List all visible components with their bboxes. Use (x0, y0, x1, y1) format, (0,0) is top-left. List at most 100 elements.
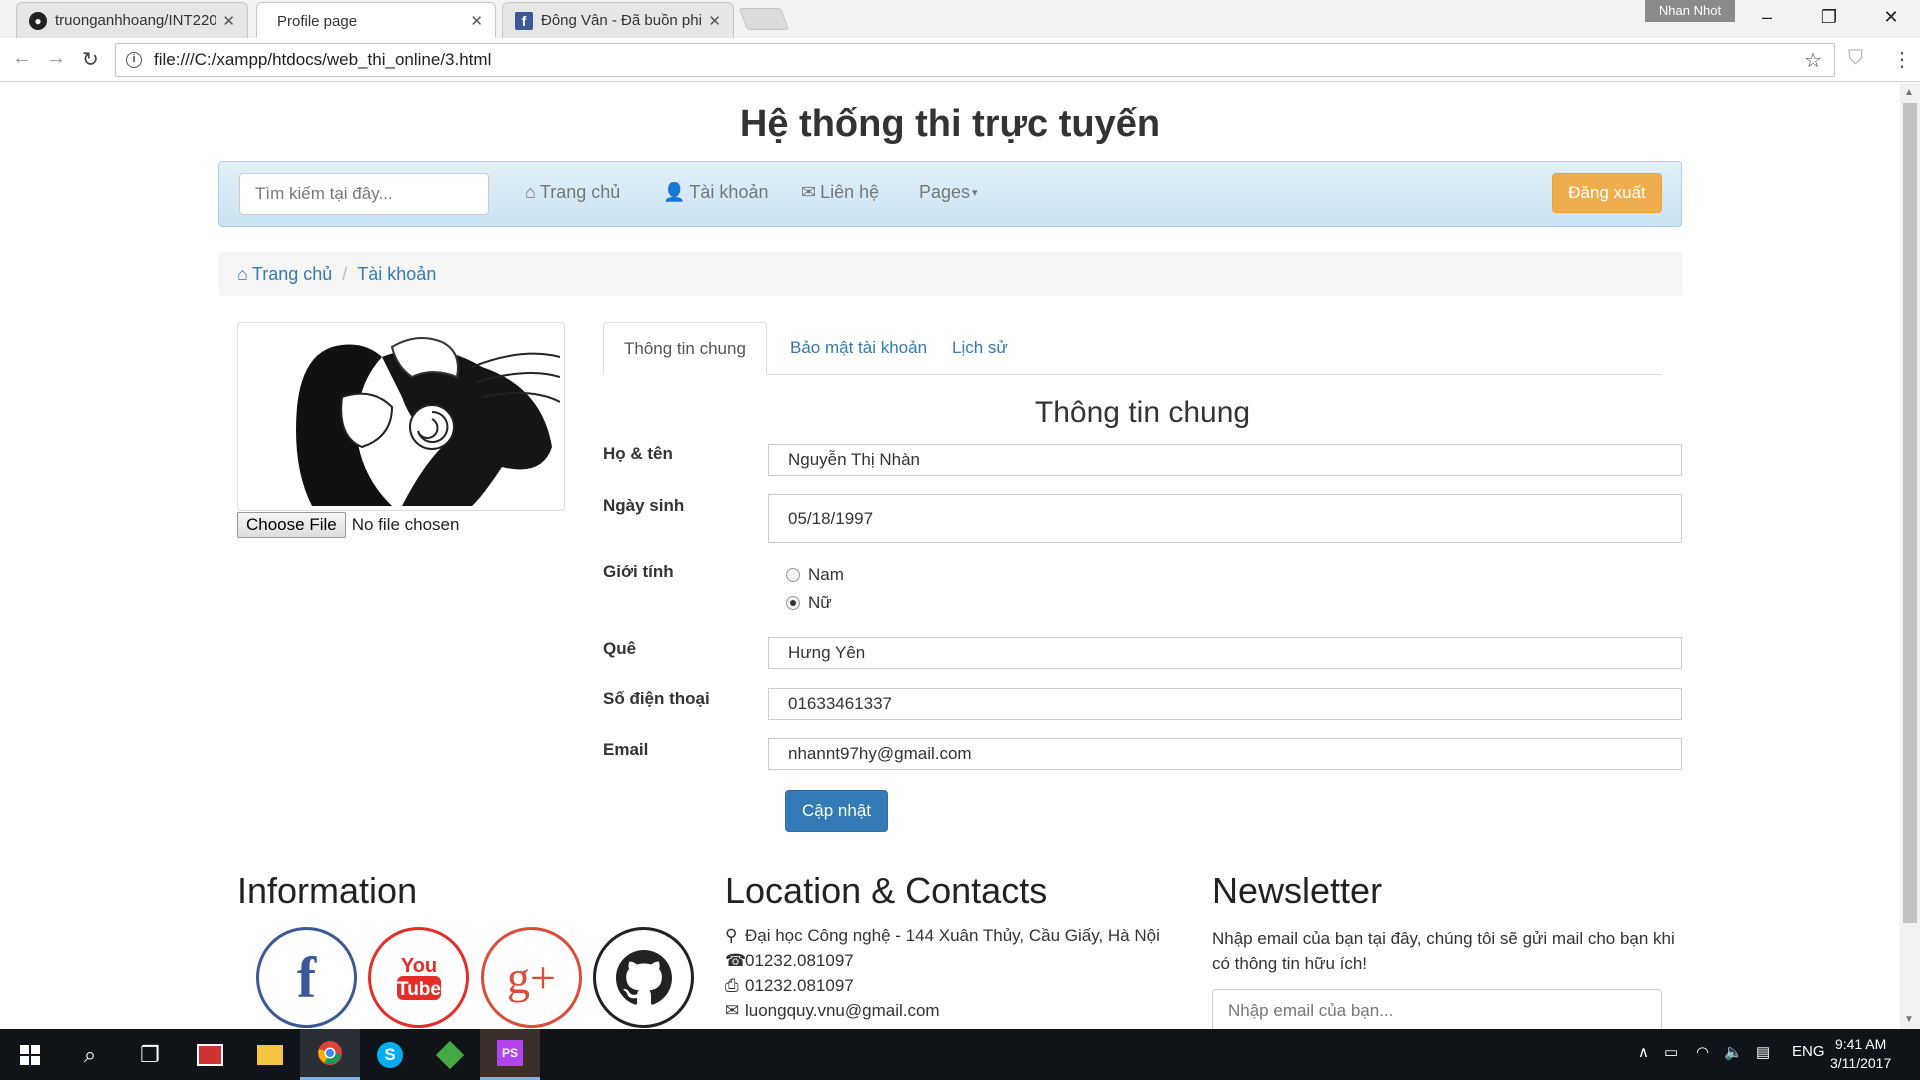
store-icon[interactable] (180, 1029, 240, 1080)
clock-date: 3/11/2017 (1830, 1055, 1892, 1071)
info-icon[interactable]: i (126, 52, 142, 68)
breadcrumb-separator: / (342, 263, 348, 284)
google-plus-icon[interactable]: g+ (481, 927, 582, 1028)
tab-account-security[interactable]: Bảo mật tài khoản (770, 322, 947, 375)
email-text: luongquy.vnu@gmail.com (745, 1001, 940, 1020)
clock[interactable]: 9:41 AM 3/11/2017 (1830, 1035, 1891, 1073)
git-icon[interactable] (420, 1029, 480, 1080)
skype-icon[interactable]: S (360, 1029, 420, 1080)
close-window-icon[interactable]: ✕ (1862, 0, 1920, 34)
browser-toolbar: ← → ↻ i file:///C:/xampp/htdocs/web_thi_… (0, 38, 1920, 82)
email-field[interactable]: nhannt97hy@gmail.com (768, 738, 1682, 770)
browser-tab-profile[interactable]: Profile page ✕ (256, 2, 496, 103)
dob-field[interactable]: 05/18/1997 (768, 494, 1682, 543)
windows-logo (20, 1044, 40, 1065)
browser-tab-facebook[interactable]: f Đông Vân - Đã buồn phi ✕ (502, 2, 734, 38)
battery-icon[interactable]: ▭ (1664, 1043, 1678, 1061)
gender-female-option[interactable]: Nữ (786, 593, 832, 613)
phone-label: Số điện thoại (603, 689, 710, 708)
tab-title: Đông Vân - Đã buồn phi (541, 12, 702, 29)
user-icon: 👤 (663, 182, 686, 202)
hometown-field[interactable]: Hưng Yên (768, 637, 1682, 669)
github-icon: ● (29, 11, 47, 30)
address-bar[interactable]: i file:///C:/xampp/htdocs/web_thi_online… (115, 43, 1835, 77)
footer-info-title: Information (237, 870, 418, 911)
contact-email: ✉ luongquy.vnu@gmail.com (725, 1001, 940, 1021)
minimize-icon[interactable]: – (1738, 0, 1796, 34)
close-icon[interactable]: ✕ (222, 12, 235, 30)
update-button[interactable]: Cập nhật (785, 790, 888, 832)
file-status: No file chosen (351, 515, 460, 534)
breadcrumb-home-link[interactable]: Trang chủ (252, 264, 332, 285)
nav-home-link[interactable]: ⌂ Trang chủ (525, 182, 620, 203)
chevron-up-icon[interactable]: ∧ (1638, 1043, 1649, 1061)
facebook-icon[interactable]: f (256, 927, 357, 1028)
forward-icon[interactable]: → (46, 47, 66, 70)
browser-tab-github[interactable]: ● truonganhhoang/INT220 ✕ (16, 2, 248, 38)
gender-male-option[interactable]: Nam (786, 565, 844, 585)
profile-tabs: Thông tin chung Bảo mật tài khoản Lịch s… (603, 322, 1662, 375)
reload-icon[interactable]: ↻ (82, 47, 99, 72)
gender-female-label: Nữ (808, 593, 832, 612)
language-indicator[interactable]: ENG (1792, 1043, 1825, 1060)
site-title: Hệ thống thi trực tuyến (739, 103, 1161, 145)
search-icon[interactable]: ⌕ (60, 1029, 120, 1080)
radio-male[interactable] (786, 568, 800, 582)
newsletter-email-input[interactable] (1212, 989, 1662, 1029)
contact-phone: ☎ 01232.081097 (725, 951, 854, 971)
scroll-down-icon[interactable]: ▼ (1904, 1014, 1914, 1025)
newsletter-text: Nhập email của bạn tại đây, chúng tôi sẽ… (1212, 929, 1675, 973)
phone-field[interactable]: 01633461337 (768, 688, 1682, 720)
volume-icon[interactable]: 🔈 (1724, 1043, 1743, 1061)
nav-pages-dropdown[interactable]: Pages ▾ (919, 182, 978, 203)
github-icon[interactable] (593, 927, 694, 1028)
file-explorer-icon[interactable] (240, 1029, 300, 1080)
print-icon: ⎙ (725, 976, 739, 995)
radio-female[interactable] (786, 596, 800, 610)
navbar: ⌂ Trang chủ 👤 Tài khoản ✉ Liên hệ Pages … (218, 161, 1682, 227)
page-scrollbar[interactable]: ▲ ▼ (1900, 83, 1920, 1029)
name-field[interactable]: Nguyễn Thị Nhàn (768, 444, 1682, 476)
new-tab-button[interactable] (738, 8, 790, 30)
windows-start-icon[interactable] (0, 1029, 60, 1080)
phone-text: 01232.081097 (745, 951, 854, 970)
svg-text:You: You (400, 955, 436, 977)
close-icon[interactable]: ✕ (470, 12, 483, 30)
close-icon[interactable]: ✕ (708, 12, 721, 30)
notification-icon[interactable]: ▤ (1756, 1043, 1770, 1061)
task-view-icon[interactable]: ❐ (120, 1029, 180, 1080)
shield-icon[interactable]: ⛉ (1848, 47, 1863, 70)
chrome-icon[interactable] (300, 1029, 360, 1080)
youtube-logo: You Tube (396, 955, 441, 1000)
tab-title: truonganhhoang/INT220 (55, 12, 217, 29)
nav-account-link[interactable]: 👤 Tài khoản (663, 182, 768, 203)
footer-newsletter-title: Newsletter (1212, 870, 1383, 911)
phpstorm-icon[interactable]: PS (480, 1029, 540, 1080)
hometown-label: Quê (603, 639, 637, 658)
gender-male-label: Nam (808, 565, 844, 584)
caret-down-icon: ▾ (972, 187, 978, 199)
facebook-icon: f (515, 11, 533, 30)
back-icon[interactable]: ← (12, 47, 32, 70)
file-upload: Choose File No file chosen (237, 512, 459, 538)
wifi-icon[interactable]: ◠ (1696, 1043, 1709, 1061)
nav-contact-link[interactable]: ✉ Liên hệ (801, 182, 879, 203)
breadcrumb-current[interactable]: Tài khoản (357, 264, 436, 285)
menu-icon[interactable]: ⋮ (1892, 47, 1912, 72)
bookmark-star-icon[interactable]: ☆ (1804, 48, 1822, 73)
nav-contact-label: Liên hệ (820, 182, 880, 202)
search-input[interactable] (239, 173, 489, 215)
scrollbar-thumb[interactable] (1903, 103, 1917, 923)
tab-general-info[interactable]: Thông tin chung (603, 322, 767, 375)
browser-profile-name[interactable]: Nhan Nhot (1645, 0, 1735, 22)
logout-button[interactable]: Đăng xuất (1552, 173, 1662, 213)
nav-home-label: Trang chủ (539, 182, 621, 202)
email-label: Email (603, 740, 649, 759)
choose-file-button[interactable]: Choose File (237, 512, 346, 538)
youtube-icon[interactable]: You Tube (368, 927, 469, 1028)
restore-icon[interactable]: ❐ (1800, 0, 1858, 34)
tab-history[interactable]: Lịch sử (932, 322, 1028, 375)
scroll-up-icon[interactable]: ▲ (1904, 87, 1914, 98)
clock-time: 9:41 AM (1834, 1036, 1887, 1052)
nav-account-label: Tài khoản (689, 182, 769, 202)
